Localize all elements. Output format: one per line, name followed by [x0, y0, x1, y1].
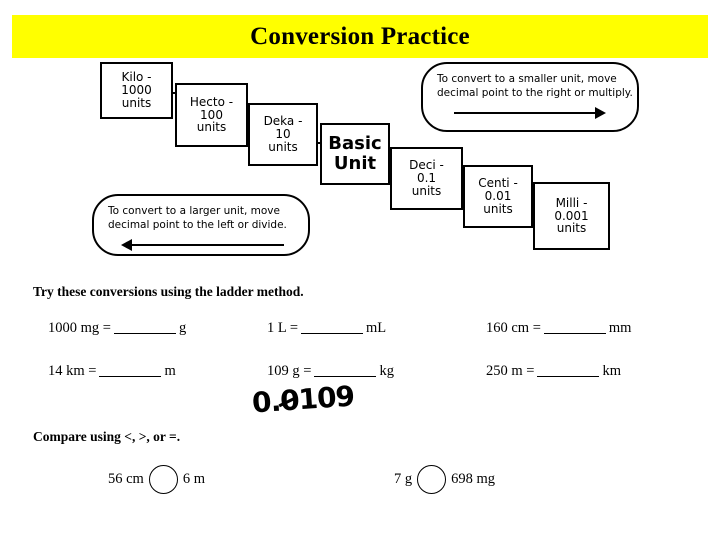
- handwriting-before: 0.: [250, 384, 282, 420]
- ladder-step-hecto-line1: Hecto -: [189, 94, 234, 109]
- problem-3: 160 cm = mm: [486, 320, 631, 337]
- ladder-step-basic-line2: Unit: [333, 153, 377, 174]
- ladder-step-kilo: Kilo - 1000 units: [100, 62, 173, 119]
- title-banner: Conversion Practice: [12, 15, 708, 58]
- callout-smaller-line2: decimal point to the right or multiply.: [437, 87, 633, 100]
- problem-5-suffix: kg: [379, 363, 394, 379]
- problem-6-prefix: 250 m =: [486, 363, 535, 379]
- problem-2-prefix: 1 L =: [267, 320, 298, 336]
- problem-6: 250 m = km: [486, 363, 621, 380]
- handwriting-struck-digit: 0: [279, 383, 300, 418]
- callout-smaller-line1: To convert to a smaller unit, move: [437, 73, 617, 85]
- problem-3-blank[interactable]: [543, 333, 606, 334]
- arrow-left-icon: [121, 239, 132, 252]
- problem-3-suffix: mm: [608, 320, 632, 336]
- problem-4-suffix: m: [164, 363, 176, 379]
- page-title: Conversion Practice: [250, 22, 470, 50]
- problem-2-suffix: mL: [366, 320, 387, 336]
- ladder-step-hecto-line3: units: [196, 120, 227, 135]
- problem-3-prefix: 160 cm =: [486, 320, 541, 336]
- compare-pair-2: 7 g 698 mg: [394, 465, 495, 494]
- ladder-step-milli-line1: Milli -: [555, 195, 588, 210]
- arrow-right-icon: [595, 107, 606, 120]
- compare-pair-1-right: 6 m: [182, 471, 205, 487]
- ladder-step-milli: Milli - 0.001 units: [533, 182, 610, 250]
- problem-5-prefix: 109 g =: [267, 363, 312, 379]
- ladder-step-deka-line3: units: [268, 139, 298, 154]
- ladder-step-basic-line1: Basic: [328, 133, 382, 155]
- problem-1-suffix: g: [178, 320, 187, 336]
- compare-pair-1-left: 56 cm: [108, 471, 144, 487]
- problem-4-prefix: 14 km =: [48, 363, 97, 379]
- problem-4: 14 km = m: [48, 363, 176, 380]
- compare-instruction: Compare using <, >, or =.: [33, 429, 181, 444]
- problem-1: 1000 mg = g: [48, 320, 186, 337]
- ladder-step-kilo-line3: units: [121, 95, 152, 110]
- compare-pair-1: 56 cm 6 m: [108, 465, 205, 494]
- compare-pair-1-answer-circle[interactable]: [148, 465, 178, 494]
- problem-6-suffix: km: [602, 363, 621, 379]
- ladder-step-centi: Centi - 0.01 units: [463, 165, 533, 228]
- ladder-step-deka: Deka - 10 units: [248, 103, 318, 166]
- ladder-step-centi-line3: units: [483, 201, 513, 216]
- ladder-step-hecto: Hecto - 100 units: [175, 83, 248, 147]
- compare-pair-2-right: 698 mg: [451, 471, 496, 487]
- callout-smaller-arrow: [437, 106, 623, 120]
- callout-larger-line2: decimal point to the left or divide.: [108, 219, 287, 232]
- problem-6-blank[interactable]: [537, 376, 600, 377]
- problem-1-blank[interactable]: [113, 333, 176, 334]
- compare-pair-2-left: 7 g: [394, 471, 413, 487]
- compare-pair-2-answer-circle[interactable]: [417, 465, 447, 494]
- callout-larger-arrow: [108, 238, 294, 252]
- worksheet-instruction: Try these conversions using the ladder m…: [33, 284, 304, 299]
- ladder-step-basic-unit: Basic Unit: [320, 123, 390, 185]
- handwriting-after: 109: [297, 379, 356, 417]
- callout-smaller-unit: To convert to a smaller unit, move decim…: [421, 62, 639, 132]
- callout-larger-line1: To convert to a larger unit, move: [108, 205, 280, 217]
- slide-canvas: Conversion Practice Kilo - 1000 units He…: [0, 0, 720, 540]
- ladder-step-milli-line3: units: [556, 221, 587, 236]
- ladder-step-deci-line3: units: [411, 183, 442, 198]
- callout-larger-unit: To convert to a larger unit, move decima…: [92, 194, 310, 256]
- ladder-step-deci: Deci - 0.1 units: [390, 147, 463, 210]
- problem-4-blank[interactable]: [99, 376, 162, 377]
- problem-1-prefix: 1000 mg =: [48, 320, 111, 336]
- problem-2-blank[interactable]: [301, 333, 363, 334]
- problem-2: 1 L = mL: [267, 320, 386, 337]
- handwritten-answer-annotation: 0.0109: [251, 379, 355, 419]
- problem-5-blank[interactable]: [314, 376, 377, 377]
- problem-5: 109 g = kg: [267, 363, 394, 380]
